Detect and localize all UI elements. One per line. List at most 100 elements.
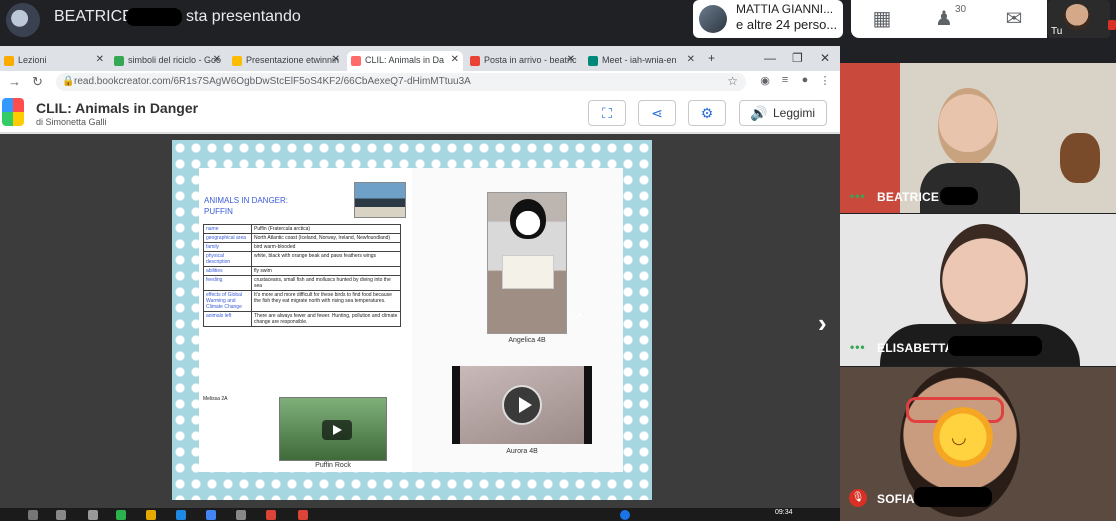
restore-icon[interactable]: ❐ [792, 51, 803, 65]
start-icon[interactable] [28, 510, 38, 520]
bookmark-star-icon[interactable]: ☆ [727, 74, 738, 88]
menu-kebab-icon[interactable]: ⋮ [818, 74, 832, 88]
right-page: Angelica 4B Aurora 4B [412, 168, 623, 472]
tab-label: CLIL: Animals in Da [365, 55, 445, 65]
play-icon[interactable] [322, 420, 352, 440]
table-value: There are always fewer and fewer. Huntin… [251, 311, 401, 327]
read-aloud-label: Leggimi [773, 106, 816, 120]
photo-right-caption: Angelica 4B [508, 337, 546, 344]
close-tab-icon[interactable]: ✕ [687, 54, 695, 65]
participant-tile-beatrice[interactable]: ••• BEATRICE [840, 63, 1116, 213]
tab-posta[interactable]: Posta in arrivo - beatric ✕ [466, 51, 579, 71]
address-bar[interactable]: 🔒 read.bookcreator.com/6R1s7SAgW6OgbDwSt… [56, 73, 746, 91]
forward-icon[interactable]: → [8, 74, 21, 89]
mouse-cursor-icon: ➚ [573, 309, 584, 323]
tab-favicon [470, 56, 480, 66]
reading-list-icon[interactable]: ≡ [778, 74, 792, 88]
whatsapp-icon[interactable] [116, 510, 126, 520]
close-tab-icon[interactable]: ✕ [567, 54, 575, 65]
file-explorer-icon[interactable] [146, 510, 156, 520]
new-tab-icon[interactable]: + [708, 51, 715, 65]
tab-simboli[interactable]: simboli del riciclo - Goo ✕ [110, 51, 225, 71]
aurora-video[interactable] [452, 366, 592, 444]
table-row: geographical area North Atlantic coast (I… [203, 233, 401, 243]
redaction-bar [948, 336, 1042, 356]
tab-lezioni[interactable]: Lezioni ✕ [0, 51, 108, 71]
tab-favicon [351, 56, 361, 66]
chrome-icon[interactable] [266, 510, 276, 520]
extension-icon[interactable]: ◉ [758, 74, 772, 88]
share-button[interactable]: ⋖ [638, 100, 676, 126]
book-title: CLIL: Animals in Danger [36, 100, 199, 116]
screen: BEATRICE sta presentando MATTIA GIANNI..… [0, 0, 1116, 521]
speaking-indicator-icon: ••• [850, 340, 866, 354]
participant-tile-elisabetta[interactable]: ••• ELISABETTA [840, 214, 1116, 366]
store-icon[interactable] [236, 510, 246, 520]
table-row: feeding crustaceans, small fish and mollu… [203, 275, 401, 291]
close-tab-icon[interactable]: ✕ [213, 54, 221, 65]
read-aloud-button[interactable]: 🔊 Leggimi [739, 100, 827, 126]
profile-avatar-icon[interactable]: ● [798, 74, 812, 88]
table-value: fly swim [251, 266, 401, 276]
table-value: North Atlantic coast (Iceland, Norway, I… [251, 233, 401, 243]
fullscreen-button[interactable]: ⛶ [588, 100, 626, 126]
grid-layout-icon[interactable]: ▦ [869, 6, 895, 32]
redaction-bar [940, 187, 978, 205]
self-view-tile[interactable]: Tu [1048, 0, 1110, 38]
book-author: di Simonetta Galli [36, 117, 107, 127]
play-circle-icon[interactable] [502, 385, 542, 425]
tab-favicon [4, 56, 14, 66]
tab-label: Posta in arrivo - beatric [484, 55, 577, 65]
tab-label: Lezioni [18, 55, 47, 65]
puffin-drawing [502, 255, 554, 289]
tab-favicon [588, 56, 598, 66]
tab-presentazione[interactable]: Presentazione etwinnin ✕ [228, 51, 344, 71]
participants-chip[interactable]: MATTIA GIANNI... e altre 24 perso... [693, 0, 843, 38]
tab-clil-active[interactable]: CLIL: Animals in Da ✕ [347, 51, 463, 71]
search-icon[interactable] [56, 510, 66, 520]
next-page-arrow-icon[interactable]: › [818, 308, 827, 339]
participant-name: ELISABETTA [877, 341, 954, 355]
participant-avatar [699, 5, 727, 33]
puffin-info-table: name Puffin (Fratercula arctica) geograph… [203, 224, 401, 327]
minimize-icon[interactable]: — [764, 51, 776, 65]
chrome-icon[interactable] [298, 510, 308, 520]
tab-favicon [232, 56, 242, 66]
page-title: ANIMALS IN DANGER: PUFFIN [204, 195, 288, 217]
participant-name: SOFIA [877, 492, 915, 506]
table-key: name [203, 224, 252, 234]
task-view-icon[interactable] [88, 510, 98, 520]
people-icon[interactable]: ♟ [931, 6, 957, 32]
participant-tile-sofia[interactable]: ◡ 🎙 SOFIA [840, 367, 1116, 521]
lock-icon: 🔒 [62, 76, 75, 87]
speaking-indicator-icon: ••• [850, 189, 866, 203]
table-row: effects of Global Warming and Climate Ch… [203, 290, 401, 312]
page-title-line2: PUFFIN [204, 207, 233, 216]
address-row: → ↻ 🔒 read.bookcreator.com/6R1s7SAgW6Ogb… [0, 71, 840, 93]
meet-top-bar: BEATRICE sta presentando MATTIA GIANNI..… [0, 0, 1116, 40]
table-key: family [203, 242, 252, 252]
participant-name: BEATRICE [877, 190, 940, 204]
settings-button[interactable]: ⚙ [688, 100, 726, 126]
edge-icon[interactable] [176, 510, 186, 520]
table-value: white, black with orange beak and paws f… [251, 251, 401, 267]
presenter-name: BEATRICE [54, 8, 133, 25]
puffin-rock-video[interactable] [279, 397, 387, 461]
close-tab-icon[interactable]: ✕ [96, 54, 104, 65]
video-right-caption: Aurora 4B [506, 448, 538, 455]
tab-meet[interactable]: Meet - iah-wnia-en ✕ [584, 51, 699, 71]
close-window-icon[interactable]: ✕ [820, 51, 830, 65]
app-icon[interactable] [206, 510, 216, 520]
table-key: abilities [203, 266, 252, 276]
smile-icon: ◡ [951, 427, 967, 447]
table-key: effects of Global Warming and Climate Ch… [203, 290, 252, 312]
participant-face [938, 88, 998, 166]
melissa-label: Melissa 2A [203, 396, 228, 402]
mic-off-icon: 🎙 [849, 489, 867, 507]
reload-icon[interactable]: ↻ [32, 74, 43, 90]
chat-icon[interactable]: ✉ [1001, 6, 1027, 32]
table-value: Puffin (Fratercula arctica) [251, 224, 401, 234]
close-tab-icon[interactable]: ✕ [451, 54, 459, 65]
close-tab-icon[interactable]: ✕ [332, 54, 340, 65]
tray-icon[interactable] [620, 510, 630, 520]
